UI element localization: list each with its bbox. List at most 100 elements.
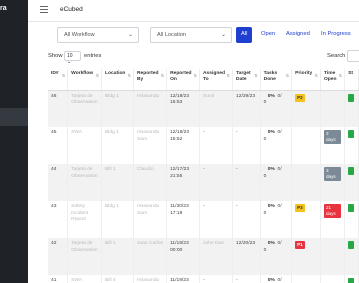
sidebar: ra [0, 0, 28, 283]
status-badge [348, 93, 355, 102]
cell-status [344, 90, 359, 127]
chevron-down-icon: ⌄ [220, 32, 226, 38]
sort-icon: ⇅ [95, 73, 100, 78]
cell-reported-on: 11/19/23 00:00 [166, 238, 200, 275]
column-header-tasks-done[interactable]: Tasks Done ⇅ [260, 69, 293, 91]
table-row[interactable]: 46 Tarjeta de Observation Bldg 1 Hirasan… [48, 90, 359, 127]
cell-target-date: - [232, 201, 261, 238]
status-badge [348, 167, 355, 175]
cell-priority: P2 [291, 90, 321, 127]
sidebar-active-item[interactable] [0, 108, 28, 126]
column-header-location[interactable]: Location ⇅ [101, 69, 134, 91]
priority-badge: P1 [295, 241, 305, 250]
cell-target-date: 12/20/23 [232, 238, 261, 275]
sort-icon: ⇅ [160, 73, 165, 78]
location-filter-value: All Location [157, 32, 186, 38]
table-row[interactable]: 41 SWA Bill 4 Hirasandu 11/19/23 - - 0% … [48, 275, 359, 283]
column-header-id[interactable]: ID# ⇅ [48, 69, 69, 91]
cell-assigned-to: - [199, 164, 234, 201]
cell-reported-by: Hirasandu [133, 275, 168, 283]
incidents-table: ID# ⇅ Workflow ⇅ Location ⇅ Reported By ⇅ Re… [48, 69, 359, 283]
tab-open[interactable]: Open [257, 27, 279, 43]
cell-priority [291, 164, 321, 201]
cell-assigned-to: - [199, 275, 234, 283]
column-header-reported-by[interactable]: Reported By ⇅ [133, 69, 168, 91]
tab-all[interactable]: All [236, 27, 253, 43]
column-header-assigned-to[interactable]: Assigned To ⇅ [199, 69, 234, 91]
chevron-down-icon: ⌄ [127, 32, 133, 38]
cell-reported-on: 12/18/23 15:52 [166, 127, 200, 164]
cell-status [344, 164, 359, 201]
cell-workflow: SWA [67, 275, 103, 283]
column-header-reported-on[interactable]: Reported On ⇅ [166, 69, 200, 91]
status-badge [348, 278, 355, 283]
cell-assigned-to: - [199, 201, 234, 238]
column-header-target-date[interactable]: Target Date ⇅ [232, 69, 261, 91]
table-row[interactable]: 43 Safety Incident Report Bldg 1 Hirasan… [48, 201, 359, 238]
page-length-select[interactable]: 10 ⌄ [64, 51, 81, 65]
sort-icon: ⇅ [127, 73, 131, 78]
table-row[interactable]: 44 Tarjeta de Observation Bill 1 Claudio… [48, 164, 359, 201]
sort-icon: ⇅ [226, 73, 231, 78]
cell-priority: P1 [291, 238, 321, 275]
tab-in-progress[interactable]: In Progress [317, 27, 355, 43]
cell-reported-on: 12/17/23 21:55 [166, 164, 200, 201]
cell-target-date: - [232, 127, 261, 164]
cell-assigned-to: Sunil [199, 90, 234, 127]
cell-id: 44 [48, 164, 69, 201]
location-filter-select[interactable]: All Location ⌄ [150, 27, 232, 43]
cell-time-open [320, 238, 346, 275]
cell-location: Bldg 1 [101, 90, 134, 127]
cell-time-open [320, 275, 346, 283]
cell-tasks-done: 0% 0/0 [260, 201, 293, 238]
cell-workflow: Tarjeta de Observation [67, 164, 103, 201]
cell-reported-by: Juan Carlos [133, 238, 168, 275]
cell-tasks-done: 0% 0/0 [260, 238, 293, 275]
cell-location: Bldg 1 [101, 127, 134, 164]
column-header-priority[interactable]: Priority ⇅ [291, 69, 321, 91]
cell-tasks-done: 0% 0/ [260, 275, 293, 283]
priority-badge: P3 [295, 204, 305, 213]
cell-status [344, 127, 359, 164]
search-label: Search [327, 53, 346, 59]
cell-workflow: SWA [67, 127, 103, 164]
sort-icon: ⇅ [61, 73, 66, 78]
column-header-workflow[interactable]: Workflow ⇅ [67, 69, 103, 91]
priority-badge: P2 [295, 93, 305, 102]
cell-reported-on: 11/19/23 [166, 275, 200, 283]
time-open-badge: 3 days [323, 130, 342, 145]
app-title: eCubed [60, 6, 83, 13]
cell-reported-by: Hirasandu Sam [133, 201, 168, 238]
workflow-filter-value: All Workflow [64, 32, 95, 38]
sort-icon: ⇅ [254, 73, 258, 78]
table-row[interactable]: 42 Tarjeta de Observation Bill 1 Juan Ca… [48, 238, 359, 275]
column-header-time-open[interactable]: Time Open ⇅ [320, 69, 346, 91]
cell-status [344, 275, 359, 283]
cell-workflow: Tarjeta de Observation [67, 90, 103, 127]
show-label: Show [48, 53, 63, 59]
tab-assigned[interactable]: Assigned [282, 27, 314, 43]
status-badge [348, 204, 355, 212]
filter-bar: All Workflow ⌄ All Location ⌄ All Open A… [28, 22, 359, 48]
cell-priority [291, 275, 321, 283]
cell-id: 43 [48, 201, 69, 238]
cell-reported-by: Hirasandu [133, 90, 168, 127]
cell-status [344, 201, 359, 238]
table-row[interactable]: 45 SWA Bldg 1 Hirasandu Sam 12/18/23 15:… [48, 127, 359, 164]
cell-workflow: Safety Incident Report [67, 201, 103, 238]
workflow-filter-select[interactable]: All Workflow ⌄ [57, 27, 139, 43]
cell-location: Bldg 1 [101, 201, 134, 238]
sidebar-brand: ra [0, 5, 7, 12]
cell-time-open: 3 days [320, 127, 346, 164]
cell-location: Bill 4 [101, 275, 134, 283]
cell-time-open: 3 days [320, 164, 346, 201]
hamburger-menu-icon[interactable] [40, 6, 48, 14]
time-open-badge: 21 days [323, 204, 342, 219]
cell-workflow: Tarjeta de Observation [67, 238, 103, 275]
column-header-status[interactable]: St [344, 69, 359, 91]
cell-id: 42 [48, 238, 69, 275]
search-input[interactable] [347, 50, 359, 62]
cell-reported-on: 11/30/23 17:18 [166, 201, 200, 238]
cell-tasks-done: 0% 0/0 [260, 127, 293, 164]
cell-tasks-done: 0% 0/0 [260, 164, 293, 201]
